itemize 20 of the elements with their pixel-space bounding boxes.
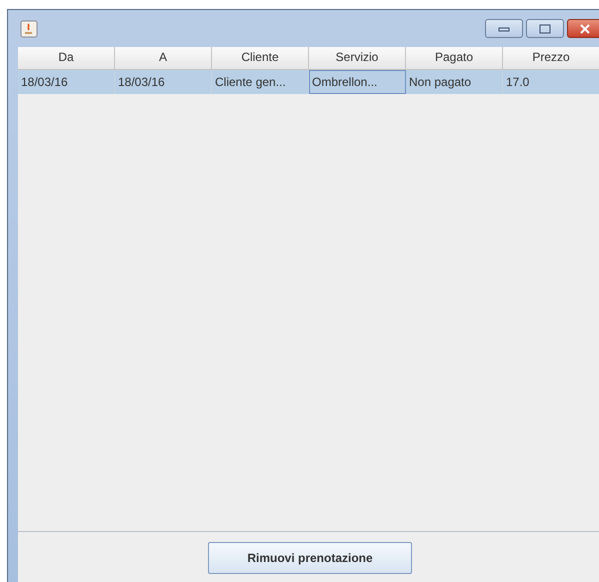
minimize-button[interactable] <box>485 19 523 38</box>
table-row[interactable]: 18/03/16 18/03/16 Cliente gen... Ombrellon... Non pagato 17.0 <box>18 70 599 94</box>
column-header[interactable]: A <box>115 47 212 70</box>
table-cell: Cliente gen... <box>212 70 309 94</box>
column-header[interactable]: Servizio <box>309 47 406 70</box>
column-header[interactable]: Da <box>18 47 115 70</box>
maximize-button[interactable] <box>526 19 564 38</box>
table-cell: Non pagato <box>406 70 503 94</box>
column-header[interactable]: Pagato <box>406 47 503 70</box>
minimize-icon <box>497 24 511 32</box>
table-cell: 18/03/16 <box>18 70 115 94</box>
close-icon <box>578 24 592 34</box>
table-cell: Ombrellon... <box>309 70 406 94</box>
close-button[interactable] <box>567 19 599 38</box>
table-cell: 17.0 <box>503 70 599 94</box>
remove-booking-button[interactable]: Rimuovi prenotazione <box>208 542 412 574</box>
maximize-icon <box>538 24 552 34</box>
table-cell: 18/03/16 <box>115 70 212 94</box>
column-header[interactable]: Cliente <box>212 47 309 70</box>
column-header[interactable]: Prezzo <box>503 47 599 70</box>
